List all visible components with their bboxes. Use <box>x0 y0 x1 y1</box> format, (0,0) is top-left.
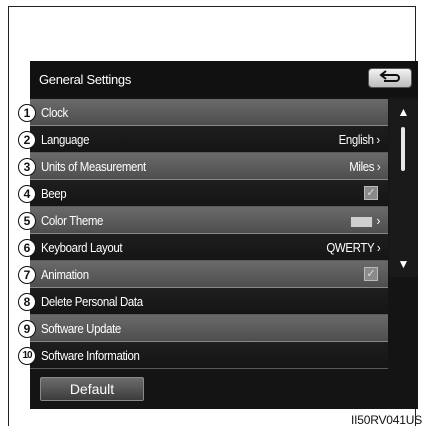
callout-number: 9 <box>18 320 36 338</box>
settings-item-label: Software Update <box>41 321 121 336</box>
settings-item-beep[interactable]: Beep ✓ <box>30 180 388 207</box>
default-button[interactable]: Default <box>40 377 144 401</box>
beep-checkbox[interactable]: ✓ <box>364 186 378 200</box>
scroll-thumb[interactable] <box>401 127 405 171</box>
settings-item-label: Language <box>41 132 90 147</box>
figure-caption: II50RV041US <box>351 413 422 427</box>
scroll-up-icon: ▲ <box>397 105 410 119</box>
callout-number: 5 <box>18 212 36 230</box>
settings-item-units[interactable]: Units of Measurement Miles › <box>30 153 388 180</box>
settings-item-software-information[interactable]: Software Information <box>30 342 388 369</box>
settings-item-software-update[interactable]: Software Update <box>30 315 388 342</box>
scrollbar[interactable]: ▲ ▼ <box>389 99 418 277</box>
settings-item-label: Color Theme <box>41 213 104 228</box>
settings-item-value: Miles › <box>348 159 381 174</box>
callout-number: 10 <box>18 347 36 365</box>
animation-checkbox[interactable]: ✓ <box>364 267 378 281</box>
chevron-right-icon: › <box>376 132 381 147</box>
scroll-down-icon: ▼ <box>397 257 410 271</box>
callout-number: 7 <box>18 266 36 284</box>
screen-header: General Settings <box>30 61 418 97</box>
settings-item-label: Keyboard Layout <box>41 240 123 255</box>
scroll-down-button[interactable]: ▼ <box>389 251 418 277</box>
callout-number: 1 <box>18 104 36 122</box>
settings-item-clock[interactable]: Clock <box>30 99 388 126</box>
callout-number: 3 <box>18 158 36 176</box>
callout-number: 4 <box>18 185 36 203</box>
callout-number: 8 <box>18 293 36 311</box>
back-button[interactable] <box>368 68 412 88</box>
settings-list: Clock Language English › Units of Measure… <box>30 99 388 369</box>
chevron-right-icon: › <box>376 213 381 228</box>
chevron-right-icon: › <box>376 159 381 174</box>
callout-number: 2 <box>18 131 36 149</box>
page-title: General Settings <box>39 72 132 87</box>
settings-item-color-theme[interactable]: Color Theme › <box>30 207 388 234</box>
settings-item-label: Beep <box>41 186 67 201</box>
settings-item-value: › <box>351 213 380 228</box>
settings-item-value: QWERTY › <box>326 240 380 255</box>
settings-item-label: Clock <box>41 105 68 120</box>
color-swatch <box>351 216 373 227</box>
settings-item-delete-personal-data[interactable]: Delete Personal Data <box>30 288 388 315</box>
callout-number: 6 <box>18 239 36 257</box>
general-settings-screen: General Settings Clock Language English ›… <box>30 61 418 409</box>
settings-item-animation[interactable]: Animation ✓ <box>30 261 388 288</box>
settings-item-value: English › <box>338 132 381 147</box>
chevron-right-icon: › <box>376 240 381 255</box>
settings-item-keyboard-layout[interactable]: Keyboard Layout QWERTY › <box>30 234 388 261</box>
settings-item-label: Software Information <box>41 348 140 363</box>
return-arrow-icon <box>379 70 400 82</box>
settings-item-label: Units of Measurement <box>41 159 146 174</box>
settings-item-label: Delete Personal Data <box>41 294 143 309</box>
settings-item-language[interactable]: Language English › <box>30 126 388 153</box>
scroll-up-button[interactable]: ▲ <box>389 99 418 125</box>
settings-item-label: Animation <box>41 267 89 282</box>
